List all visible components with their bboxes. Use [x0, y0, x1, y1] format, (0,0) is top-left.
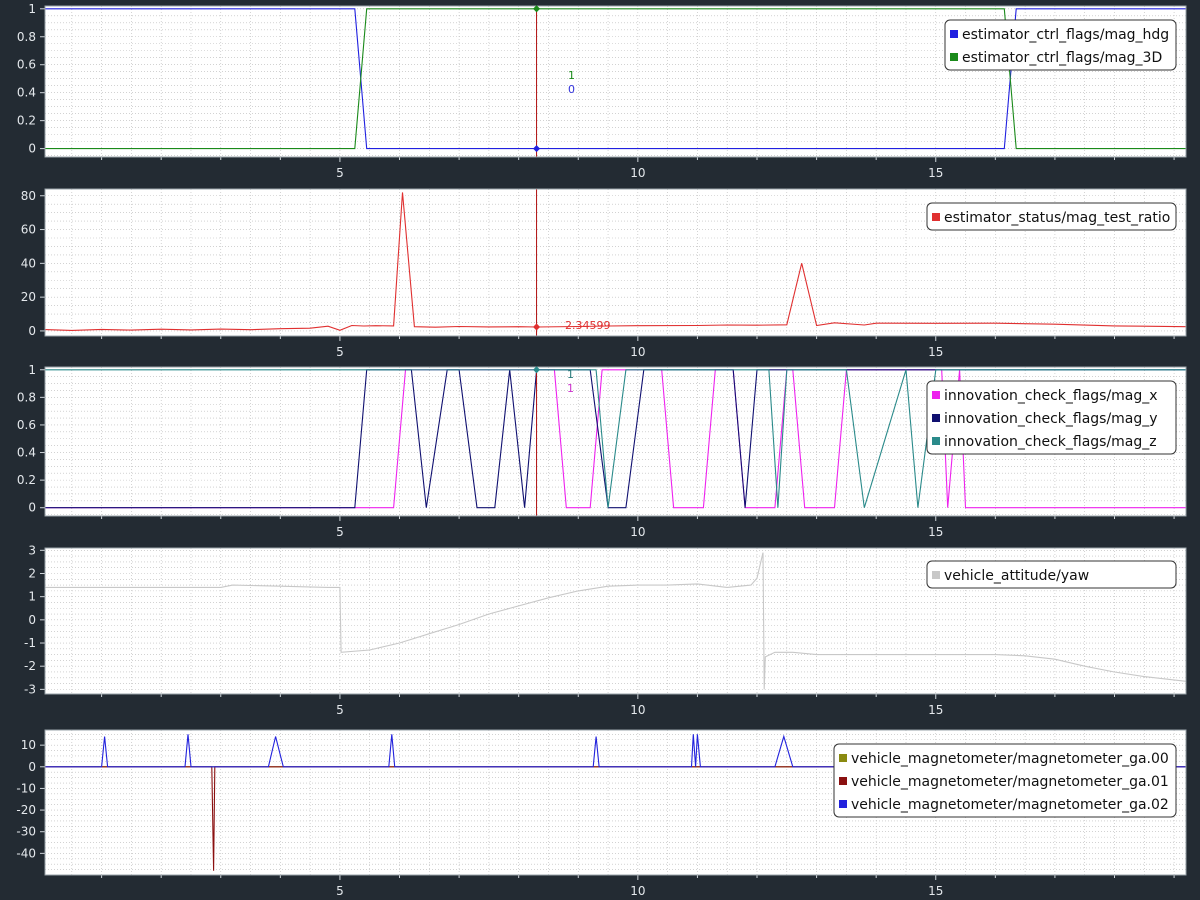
y-tick-label: -3: [24, 682, 36, 696]
x-tick-label: 5: [336, 884, 344, 898]
legend-label[interactable]: estimator_ctrl_flags/mag_3D: [962, 50, 1162, 66]
legend-label[interactable]: innovation_check_flags/mag_x: [944, 388, 1158, 404]
x-tick-label: 10: [630, 884, 645, 898]
y-tick-label: -2: [24, 659, 36, 673]
legend-swatch: [839, 777, 847, 785]
x-tick-label: 10: [630, 525, 645, 539]
legend-swatch: [932, 391, 940, 399]
y-tick-label: 60: [21, 223, 36, 237]
x-tick-label: 15: [928, 166, 943, 180]
legend-swatch: [950, 53, 958, 61]
x-tick-label: 10: [630, 345, 645, 359]
y-tick-label: -1: [24, 636, 36, 650]
chart-panel-2: 0 20 40 60 80 5 10 15 estimator_status/mag_test_…: [21, 188, 1187, 359]
y-tick-label: 1: [28, 363, 36, 377]
y-tick-label: -30: [16, 825, 36, 839]
y-tick-label: 0.2: [17, 473, 36, 487]
y-tick-label: 20: [21, 290, 36, 304]
legend-label[interactable]: vehicle_magnetometer/magnetometer_ga.02: [851, 797, 1169, 813]
y-tick-label: 0.6: [17, 58, 36, 72]
y-tick-label: 0.8: [17, 390, 36, 404]
y-tick-label: 0.2: [17, 114, 36, 128]
x-tick-label: 10: [630, 166, 645, 180]
y-tick-label: 0: [28, 501, 36, 515]
cursor-value-label: 2.34599: [565, 319, 611, 332]
legend[interactable]: estimator_status/mag_test_ratio: [926, 202, 1177, 231]
legend[interactable]: estimator_ctrl_flags/mag_hdg estimator_ct…: [944, 19, 1177, 71]
chart-panel-3: 00.20.40.60.815 10 15innovation_check_flag…: [17, 363, 1187, 539]
x-tick-label: 15: [928, 525, 943, 539]
x-tick-label: 15: [928, 345, 943, 359]
cursor-value-label: 1: [567, 368, 574, 381]
plot-stack: 00.20.40.60.815 10 15estimator_ctrl_flags/…: [16, 2, 1187, 898]
chart-panel-4: -3 -2 -1 0 1 2 3 5 10 15 vehicle_attitude/yaw: [24, 543, 1187, 717]
legend-label[interactable]: estimator_ctrl_flags/mag_hdg: [962, 27, 1169, 43]
x-tick-label: 15: [928, 703, 943, 717]
x-tick-label: 10: [630, 703, 645, 717]
legend-swatch: [839, 754, 847, 762]
x-tick-label: 5: [336, 166, 344, 180]
y-tick-label: 0: [28, 324, 36, 338]
y-tick-label: 2: [28, 566, 36, 580]
y-tick-label: 1: [28, 590, 36, 604]
legend[interactable]: vehicle_attitude/yaw: [926, 560, 1177, 589]
y-tick-label: 0.4: [17, 446, 36, 460]
y-tick-label: -10: [16, 781, 36, 795]
y-tick-label: 3: [28, 543, 36, 557]
y-tick-label: 0: [28, 613, 36, 627]
legend-swatch: [950, 30, 958, 38]
y-tick-label: 80: [21, 189, 36, 203]
legend-swatch: [932, 571, 940, 579]
chart-panel-5: -40 -30 -20 -10 0 10 5 10 15 vehicle_magnetometer…: [16, 729, 1187, 898]
y-tick-label: 0.8: [17, 30, 36, 44]
cursor-value-label: 0: [568, 83, 575, 96]
legend-swatch: [932, 414, 940, 422]
cursor-value-label: 1: [567, 382, 574, 395]
legend-label[interactable]: vehicle_magnetometer/magnetometer_ga.01: [851, 774, 1169, 790]
y-tick-label: 0.4: [17, 86, 36, 100]
x-tick-label: 15: [928, 884, 943, 898]
y-tick-label: 1: [28, 2, 36, 16]
legend-label[interactable]: innovation_check_flags/mag_z: [944, 434, 1157, 450]
legend-swatch: [932, 437, 940, 445]
y-tick-label: -20: [16, 803, 36, 817]
legend-label[interactable]: vehicle_attitude/yaw: [944, 568, 1089, 584]
legend[interactable]: innovation_check_flags/mag_x innovation_c…: [926, 380, 1177, 455]
legend-label[interactable]: innovation_check_flags/mag_y: [944, 411, 1158, 427]
legend-label[interactable]: vehicle_magnetometer/magnetometer_ga.00: [851, 751, 1169, 767]
y-tick-label: 0: [28, 142, 36, 156]
legend-swatch: [839, 800, 847, 808]
x-tick-label: 5: [336, 703, 344, 717]
x-tick-label: 5: [336, 525, 344, 539]
y-tick-label: -40: [16, 846, 36, 860]
cursor-value-label: 1: [568, 69, 575, 82]
y-tick-label: 40: [21, 256, 36, 270]
y-tick-label: 10: [21, 738, 36, 752]
y-tick-label: 0.6: [17, 418, 36, 432]
x-tick-label: 5: [336, 345, 344, 359]
chart-panel-1: 00.20.40.60.815 10 15estimator_ctrl_flags/…: [17, 2, 1187, 180]
legend-swatch: [932, 213, 940, 221]
legend[interactable]: vehicle_magnetometer/magnetometer_ga.00v…: [833, 743, 1177, 818]
legend-label[interactable]: estimator_status/mag_test_ratio: [944, 210, 1170, 226]
y-tick-label: 0: [28, 760, 36, 774]
